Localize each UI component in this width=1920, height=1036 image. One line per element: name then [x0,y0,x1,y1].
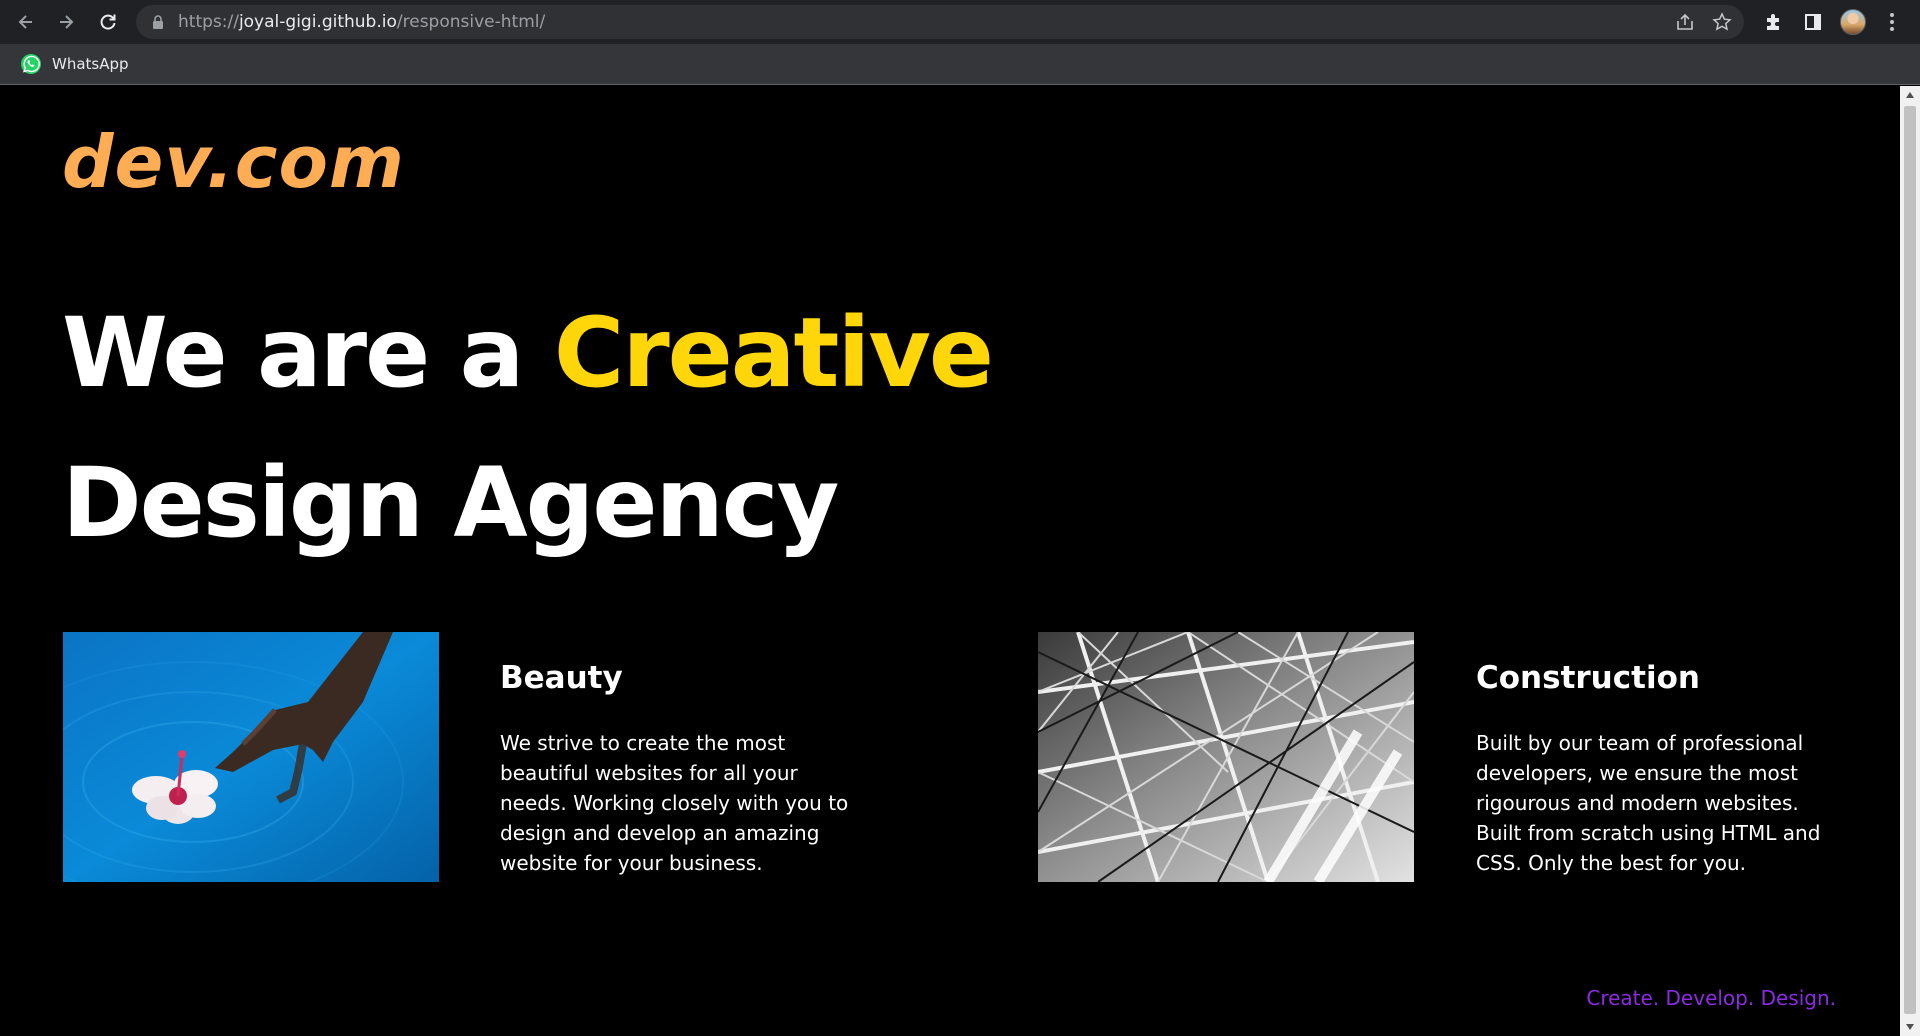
hero-heading: We are a Creative Design Agency [62,278,994,578]
bookmark-label: WhatsApp [52,55,129,73]
extensions-puzzle-icon[interactable] [1760,9,1786,35]
hero-line2: Design Agency [62,447,839,559]
profile-avatar[interactable] [1840,9,1866,35]
construction-image [1038,632,1414,882]
bookmark-star-icon[interactable] [1711,11,1733,33]
bookmarks-bar: WhatsApp [0,44,1920,85]
page-scrollbar[interactable] [1900,86,1920,1036]
footer-tagline: Create. Develop. Design. [1586,986,1836,1010]
arrow-right-icon [60,15,74,29]
reload-icon [100,14,116,30]
scroll-down-icon[interactable] [1900,1018,1920,1036]
chrome-menu-icon[interactable] [1882,9,1902,35]
url-host: joyal-gigi.github.io [238,12,397,32]
back-button[interactable] [12,8,40,36]
construction-title: Construction [1476,660,1700,696]
hero-line1-accent: Creative [553,297,994,409]
beauty-title: Beauty [500,660,623,696]
beauty-image [63,632,439,882]
share-icon[interactable] [1674,11,1696,33]
construction-description: Built by our team of professional develo… [1476,731,1821,875]
site-logo[interactable]: dev.com [62,126,405,198]
bookmark-whatsapp[interactable]: WhatsApp [14,51,135,77]
steel-structure-photo [1038,632,1414,882]
lock-icon[interactable] [152,15,164,29]
reload-button[interactable] [94,8,122,36]
side-panel-icon[interactable] [1800,9,1826,35]
hero-line1-prefix: We are a [62,297,554,409]
scroll-up-icon[interactable] [1900,86,1920,104]
whatsapp-icon [21,54,41,74]
beauty-description: We strive to create the most beautiful w… [500,731,849,875]
url-text[interactable]: https://joyal-gigi.github.io/responsive-… [178,5,545,39]
url-scheme: https:// [178,12,239,32]
page-viewport: dev.com We are a Creative Design Agency [0,86,1920,1036]
forward-button[interactable] [52,8,80,36]
scrollbar-thumb[interactable] [1904,106,1916,1014]
arrow-left-icon [18,15,32,29]
url-path: /responsive-html/ [396,12,546,32]
address-bar[interactable]: https://joyal-gigi.github.io/responsive-… [136,5,1744,39]
hand-flower-water-photo [63,632,439,882]
browser-toolbar: https://joyal-gigi.github.io/responsive-… [0,0,1920,44]
